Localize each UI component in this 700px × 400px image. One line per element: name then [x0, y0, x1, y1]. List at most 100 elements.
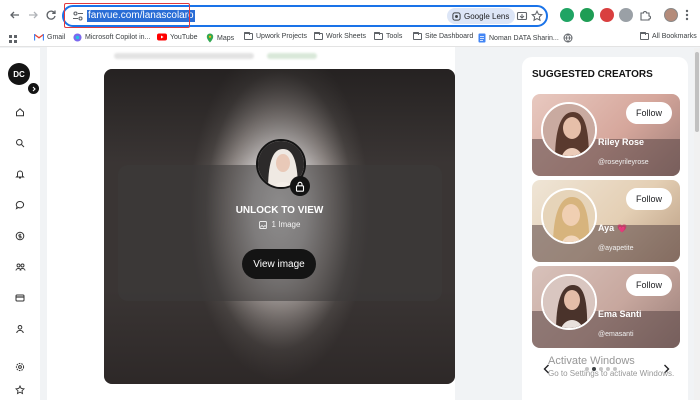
lens-icon [452, 11, 461, 21]
view-image-button[interactable]: View image [242, 249, 316, 279]
creator-card[interactable]: Follow Ema Santi @emasanti [532, 266, 680, 348]
extension-shield-icon[interactable] [560, 8, 574, 22]
arrow-left-icon [10, 11, 19, 19]
chevron-right-icon [32, 86, 36, 91]
coin-icon [15, 231, 25, 241]
bookmark-star-icon[interactable] [531, 10, 543, 22]
site-logo[interactable]: DC [8, 63, 30, 85]
follow-button[interactable]: Follow [626, 274, 672, 296]
search-icon [16, 139, 25, 148]
extension-grammarly-icon[interactable] [580, 8, 594, 22]
star-icon [15, 385, 25, 395]
nav-messages[interactable] [14, 199, 26, 211]
watermark-subtitle: Go to Settings to activate Windows. [548, 369, 675, 378]
bookmark-site-dashboard[interactable]: Site Dashboard [413, 32, 473, 40]
collapse-nav-button[interactable] [28, 83, 39, 94]
follow-button[interactable]: Follow [626, 102, 672, 124]
bookmark-tools[interactable]: Tools [374, 32, 403, 40]
locked-media[interactable]: UNLOCK TO VIEW 1 Image View image [104, 69, 455, 384]
install-app-icon[interactable] [516, 10, 528, 22]
folder-icon [413, 32, 422, 40]
heart-badge-icon: 💗 [617, 223, 628, 233]
folder-icon [244, 32, 253, 40]
bookmark-label: YouTube [170, 33, 198, 41]
kebab-menu-icon [685, 9, 689, 21]
nav-home[interactable] [14, 106, 26, 118]
extensions-puzzle-icon[interactable] [638, 8, 652, 22]
creator-name-text: Ema Santi [598, 309, 642, 319]
reload-icon [46, 10, 56, 20]
creator-name: Aya 💗 [598, 223, 627, 233]
creator-avatar [541, 102, 597, 158]
windows-activation-watermark: Activate Windows Go to Settings to activ… [548, 355, 674, 378]
lock-icon [295, 181, 305, 192]
creator-card[interactable]: Follow Riley Rose @roseyrileyrose [532, 94, 680, 176]
profile-avatar[interactable] [664, 8, 678, 22]
nav-profile[interactable] [14, 323, 26, 335]
creator-name: Ema Santi [598, 309, 642, 319]
scrollbar-thumb[interactable] [695, 52, 699, 132]
nav-favorites[interactable] [14, 384, 26, 396]
docs-icon [478, 33, 486, 43]
folder-icon [374, 32, 383, 40]
gmail-icon [34, 33, 44, 41]
follow-button[interactable]: Follow [626, 188, 672, 210]
people-icon [15, 263, 25, 271]
nav-settings[interactable] [14, 361, 26, 373]
bookmarks-bar: Gmail Microsoft Copilot in... YouTube Ma… [0, 31, 700, 47]
creator-avatar [541, 188, 597, 244]
creator-avatar [541, 274, 597, 330]
bookmark-upwork-projects[interactable]: Upwork Projects [244, 32, 307, 40]
image-icon [258, 220, 267, 229]
creator-handle: @roseyrileyrose [598, 159, 649, 166]
creator-handle: @ayapetite [598, 245, 634, 252]
bookmark-gmail[interactable]: Gmail [34, 33, 65, 41]
apps-grid-icon[interactable] [8, 34, 18, 44]
google-lens-button[interactable]: Google Lens [447, 8, 516, 24]
creator-name: Riley Rose [598, 137, 644, 147]
bookmark-label: Tools [386, 33, 403, 40]
google-lens-label: Google Lens [464, 11, 510, 21]
copilot-icon [73, 33, 82, 42]
chat-bubble-icon [15, 200, 25, 210]
nav-cards[interactable] [14, 292, 26, 304]
url-highlight-annotation [64, 3, 190, 28]
browser-toolbar: fanvue.com/lanascolaro Google Lens [0, 0, 700, 31]
bookmark-work-sheets[interactable]: Work Sheets [314, 32, 366, 40]
bookmark-label: Upwork Projects [256, 33, 307, 40]
suggested-creators-panel: SUGGESTED CREATORS Follow Riley Rose @ro… [522, 57, 688, 400]
globe-icon[interactable] [563, 33, 573, 43]
nav-subscriptions[interactable] [14, 261, 26, 273]
creator-card[interactable]: Follow Aya 💗 @ayapetite [532, 180, 680, 262]
watermark-title: Activate Windows [548, 355, 635, 367]
bookmark-label: Noman DATA Sharin... [489, 34, 559, 42]
reload-button[interactable] [40, 4, 62, 26]
browser-menu-button[interactable] [683, 8, 691, 22]
home-icon [16, 108, 24, 117]
youtube-icon [157, 33, 167, 41]
folder-icon [314, 32, 323, 40]
bookmark-maps[interactable]: Maps [206, 33, 234, 43]
nav-notifications[interactable] [14, 168, 26, 180]
gear-icon [15, 362, 25, 372]
creator-name-text: Riley Rose [598, 137, 645, 147]
suggested-creators-title: SUGGESTED CREATORS [532, 69, 653, 80]
nav-wallet[interactable] [14, 230, 26, 242]
extension-generic-icon[interactable] [619, 8, 633, 22]
arrow-right-icon [29, 11, 38, 19]
bookmark-noman-data[interactable]: Noman DATA Sharin... [478, 33, 559, 43]
nav-search[interactable] [14, 137, 26, 149]
maps-pin-icon [206, 33, 214, 43]
bookmark-youtube[interactable]: YouTube [157, 33, 198, 41]
bookmark-label: Gmail [47, 33, 66, 41]
page-scrollbar[interactable] [694, 48, 700, 400]
creator-handle: @emasanti [598, 331, 634, 338]
post-meta-blurred [114, 53, 254, 59]
extension-pinterest-icon[interactable] [600, 8, 614, 22]
all-bookmarks-label: All Bookmarks [652, 33, 697, 40]
left-navigation: DC [0, 48, 40, 400]
bookmark-copilot[interactable]: Microsoft Copilot in... [73, 33, 150, 42]
all-bookmarks[interactable]: All Bookmarks [640, 32, 697, 40]
folder-icon [640, 32, 649, 40]
image-count: 1 Image [104, 220, 455, 229]
